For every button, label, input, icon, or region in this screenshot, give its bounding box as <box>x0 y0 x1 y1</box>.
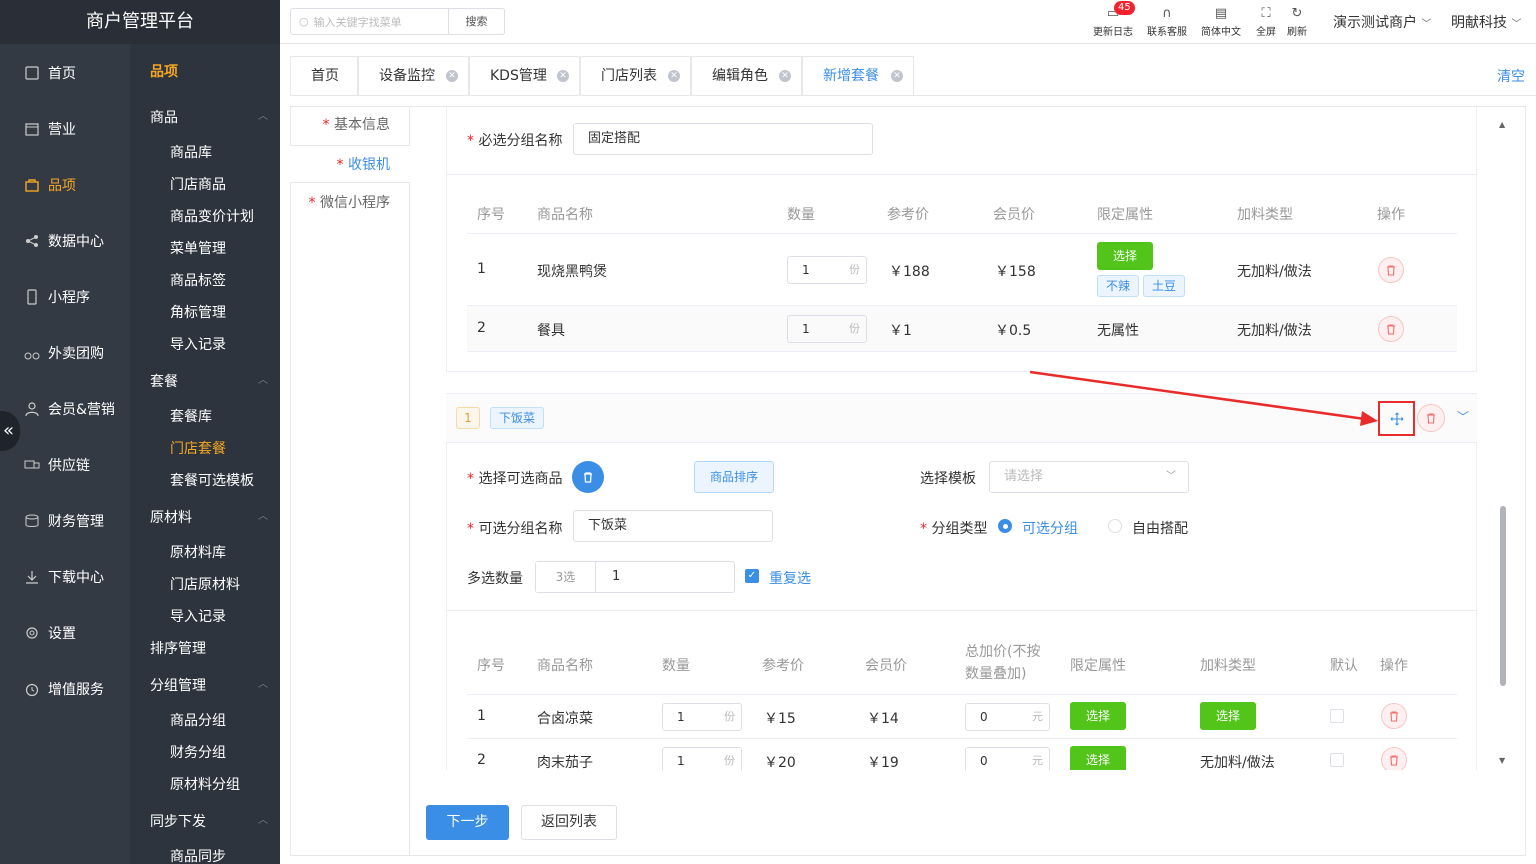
scroll-up-icon[interactable]: ▲ <box>1499 120 1505 129</box>
next-step-button[interactable]: 下一步 <box>426 805 509 840</box>
app-title: 商户管理平台 <box>0 0 280 44</box>
vertical-scrollbar[interactable]: ▲ ▼ <box>1499 120 1508 765</box>
back-to-list-button[interactable]: 返回列表 <box>521 805 617 840</box>
annotation-arrow <box>1029 370 1378 426</box>
scroll-down-icon[interactable]: ▼ <box>1499 756 1505 765</box>
scrollbar-thumb[interactable] <box>1500 506 1506 686</box>
